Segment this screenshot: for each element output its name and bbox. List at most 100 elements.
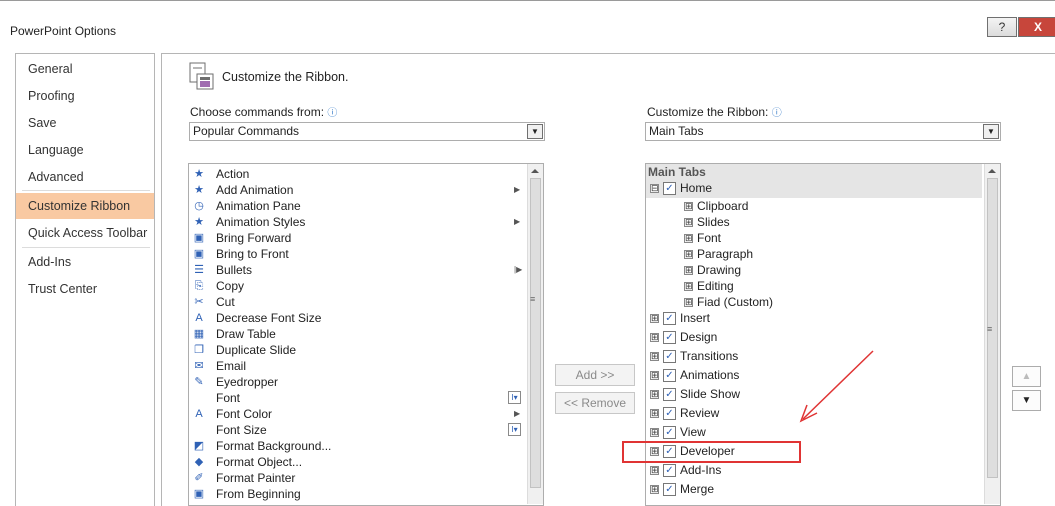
close-button[interactable]: X (1018, 17, 1055, 37)
expand-icon[interactable]: ⊞ (684, 234, 693, 244)
commands-scrollbar[interactable]: ≡ (527, 164, 543, 504)
format-painter-icon: ✐ (194, 472, 204, 484)
nav-item-add-ins[interactable]: Add-Ins (16, 249, 154, 275)
tree-item-home[interactable]: ⊟ ✓ Home (650, 179, 712, 198)
scroll-thumb[interactable] (530, 178, 541, 488)
expand-icon[interactable]: ⊞ (684, 266, 693, 276)
list-item[interactable]: ✂ Cut (189, 294, 525, 310)
nav-item-language[interactable]: Language (16, 137, 154, 163)
list-item[interactable]: Font I▾ (189, 390, 525, 406)
expand-icon[interactable]: ⊞ (684, 282, 693, 292)
list-item[interactable]: ★ Action (189, 166, 525, 182)
list-item[interactable]: ▦ Draw Table (189, 326, 525, 342)
tree-item-group[interactable]: ⊞ Editing (684, 278, 734, 294)
tree-item-tab[interactable]: ⊞ ✓ Transitions (650, 347, 738, 366)
list-item[interactable]: ⎘ Copy (189, 278, 525, 294)
tree-item-tab[interactable]: ⊞ ✓ Add-Ins (650, 461, 721, 480)
list-item[interactable]: ▣ From Beginning (189, 486, 525, 502)
checkbox-icon[interactable]: ✓ (663, 407, 676, 421)
nav-item-trust-center[interactable]: Trust Center (16, 276, 154, 302)
tree-item-label: View (680, 425, 706, 439)
expand-icon[interactable]: ⊞ (650, 333, 659, 343)
nav-item-customize-ribbon[interactable]: Customize Ribbon (16, 193, 154, 219)
scroll-up-icon[interactable] (531, 169, 539, 173)
list-item-label: Format Painter (216, 471, 296, 485)
expand-icon[interactable]: ⊞ (650, 409, 659, 419)
list-item[interactable]: ▣ Bring Forward (189, 230, 525, 246)
tree-item-label: Font (697, 231, 722, 245)
tree-item-group[interactable]: ⊞ Paragraph (684, 246, 753, 262)
expand-icon[interactable]: ⊞ (684, 250, 693, 260)
format-object-icon: ◆ (194, 456, 204, 468)
checkbox-icon[interactable]: ✓ (663, 312, 676, 326)
tree-item-tab[interactable]: ⊞ ✓ Merge (650, 480, 714, 499)
checkbox-icon[interactable]: ✓ (663, 426, 676, 440)
dropdown-arrow-icon[interactable]: ▼ (527, 124, 543, 139)
list-item[interactable]: ✎ Eyedropper (189, 374, 525, 390)
tree-item-tab[interactable]: ⊞ ✓ Review (650, 404, 719, 423)
tree-item-tab[interactable]: ⊞ ✓ View (650, 423, 706, 442)
expand-icon[interactable]: ⊞ (684, 298, 693, 308)
nav-item-advanced[interactable]: Advanced (16, 164, 154, 190)
list-item[interactable]: ◷ Animation Pane (189, 198, 525, 214)
list-item[interactable]: ◆ Format Object... (189, 454, 525, 470)
add-button[interactable]: Add >> (555, 364, 635, 386)
ribbon-tree-scrollbar[interactable]: ≡ (984, 164, 1000, 504)
eyedropper-icon: ✎ (194, 376, 204, 388)
tree-item-group[interactable]: ⊞ Clipboard (684, 198, 748, 214)
nav-item-general[interactable]: General (16, 56, 154, 82)
move-down-button[interactable]: ▼ (1012, 390, 1041, 411)
expand-icon[interactable]: ⊞ (650, 485, 659, 495)
list-item[interactable]: A Decrease Font Size (189, 310, 525, 326)
checkbox-icon[interactable]: ✓ (663, 464, 676, 478)
expand-icon[interactable]: ⊞ (650, 466, 659, 476)
help-button[interactable]: ? (987, 17, 1017, 37)
expand-icon[interactable]: ⊞ (650, 371, 659, 381)
list-item[interactable]: Font Size I▾ (189, 422, 525, 438)
list-item[interactable]: A Font Color ▶ (189, 406, 525, 422)
collapse-icon[interactable]: ⊟ (650, 184, 659, 194)
list-item[interactable]: ★ Add Animation ▶ (189, 182, 525, 198)
expand-icon[interactable]: ⊞ (650, 314, 659, 324)
expand-icon[interactable]: ⊞ (684, 218, 693, 228)
tree-item-label: Drawing (697, 263, 742, 277)
nav-item-save[interactable]: Save (16, 110, 154, 136)
move-up-button[interactable]: ▲ (1012, 366, 1041, 387)
list-item[interactable]: ◩ Format Background... (189, 438, 525, 454)
list-item[interactable]: ❐ Duplicate Slide (189, 342, 525, 358)
list-item[interactable]: ▣ Bring to Front (189, 246, 525, 262)
nav-item-quick-access-toolbar[interactable]: Quick Access Toolbar (16, 220, 154, 246)
tree-item-group[interactable]: ⊞ Fiad (Custom) (684, 294, 773, 310)
expand-icon[interactable]: ⊞ (650, 428, 659, 438)
checkbox-icon[interactable]: ✓ (663, 388, 676, 402)
tree-item-tab[interactable]: ⊞ ✓ Slide Show (650, 385, 740, 404)
checkbox-icon[interactable]: ✓ (663, 182, 676, 196)
expand-icon[interactable]: ⊞ (650, 352, 659, 362)
list-item[interactable]: ✉ Email (189, 358, 525, 374)
expand-icon[interactable]: ⊞ (650, 390, 659, 400)
customize-ribbon-dropdown[interactable]: Main Tabs ▼ (645, 122, 1001, 141)
nav-item-proofing[interactable]: Proofing (16, 83, 154, 109)
list-item-label: Add Animation (216, 183, 294, 197)
list-item[interactable]: ☰ Bullets |▶ (189, 262, 525, 278)
tree-item-tab[interactable]: ⊞ ✓ Design (650, 328, 717, 347)
tree-item-group[interactable]: ⊞ Slides (684, 214, 730, 230)
tree-item-tab[interactable]: ⊞ ✓ Animations (650, 366, 739, 385)
dropdown-arrow-icon[interactable]: ▼ (983, 124, 999, 139)
scroll-up-icon[interactable] (988, 169, 996, 173)
checkbox-icon[interactable]: ✓ (663, 369, 676, 383)
checkbox-icon[interactable]: ✓ (663, 350, 676, 364)
checkbox-icon[interactable]: ✓ (663, 331, 676, 345)
tree-item-group[interactable]: ⊞ Font (684, 230, 721, 246)
list-item[interactable]: ★ Animation Styles ▶ (189, 214, 525, 230)
tree-item-tab[interactable]: ⊞ ✓ Insert (650, 309, 710, 328)
remove-button[interactable]: << Remove (555, 392, 635, 414)
from-beginning-icon: ▣ (193, 488, 205, 500)
expand-icon[interactable]: ⊞ (684, 202, 693, 212)
list-item[interactable]: ✐ Format Painter (189, 470, 525, 486)
commands-list[interactable]: ★ Action ★ Add Animation ▶ ◷ Animation Pane ★ An… (188, 163, 544, 506)
tree-item-group[interactable]: ⊞ Drawing (684, 262, 741, 278)
checkbox-icon[interactable]: ✓ (663, 483, 676, 497)
choose-commands-dropdown[interactable]: Popular Commands ▼ (189, 122, 545, 141)
add-animation-icon: ★ (194, 184, 204, 196)
